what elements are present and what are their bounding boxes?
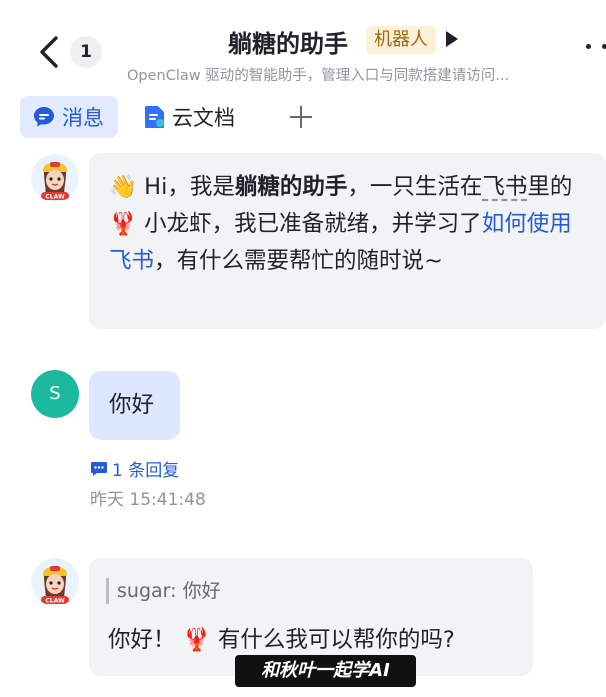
message-icon: [34, 107, 54, 127]
add-tab-icon[interactable]: [290, 106, 312, 128]
more-options-icon[interactable]: [586, 44, 606, 50]
unread-count-badge[interactable]: 1: [70, 36, 102, 68]
reply-count: 1 条回复: [112, 461, 180, 481]
thread-replies-link[interactable]: 1 条回复: [90, 456, 179, 481]
bot-reply-text: 你好！ 🦞 有什么我可以帮你的吗?: [108, 627, 455, 653]
chat-title[interactable]: 躺糖的助手: [228, 24, 348, 59]
user-avatar[interactable]: S: [31, 370, 79, 418]
back-arrow-icon[interactable]: [36, 34, 64, 70]
message-timestamp: 昨天 15:41:48: [90, 490, 206, 510]
reply-thread-icon: [91, 461, 107, 476]
svg-text:CLAW: CLAW: [45, 598, 65, 605]
bot-intro-text: 👋 Hi，我是躺糖的助手，一只生活在飞书里的 🦞 小龙虾，我已准备就绪，并学习了…: [109, 174, 573, 274]
user-message-text: 你好: [109, 392, 155, 418]
lark-mention[interactable]: 飞书: [482, 174, 527, 200]
chat-subtitle[interactable]: OpenClaw 驱动的智能助手，管理入口与同款搭建请访问...: [127, 64, 509, 85]
quoted-message[interactable]: sugar: 你好: [106, 578, 221, 604]
lobster-icon: 🦞: [182, 627, 211, 653]
doc-icon: [145, 106, 164, 128]
bot-avatar[interactable]: CLAW: [31, 154, 79, 202]
tab-messages-label: 消息: [62, 106, 104, 130]
tab-cloud-docs-label: 云文档: [172, 106, 235, 130]
play-triangle-icon[interactable]: [446, 31, 458, 47]
tab-messages[interactable]: 消息: [20, 96, 118, 138]
bot-intro-bubble[interactable]: 👋 Hi，我是躺糖的助手，一只生活在飞书里的 🦞 小龙虾，我已准备就绪，并学习了…: [89, 153, 606, 329]
user-message-bubble[interactable]: 你好: [89, 371, 180, 440]
lobster-icon: 🦞: [109, 211, 138, 237]
svg-text:CLAW: CLAW: [45, 194, 65, 201]
bot-avatar[interactable]: CLAW: [31, 558, 79, 606]
waving-hand-icon: 👋: [109, 174, 138, 200]
tab-cloud-docs[interactable]: 云文档: [144, 96, 242, 138]
watermark-text: 和秋叶一起学AI: [235, 655, 416, 687]
bot-badge: 机器人: [366, 26, 436, 54]
